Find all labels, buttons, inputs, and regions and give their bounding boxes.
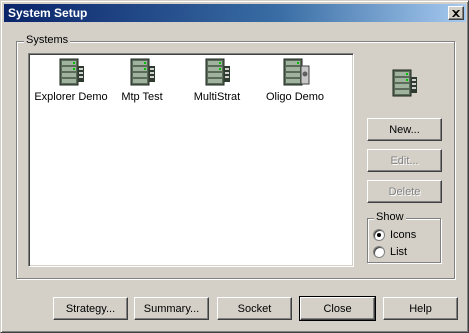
system-item-label: Mtp Test [121, 91, 163, 103]
show-icons-radio[interactable]: Icons [373, 228, 416, 242]
radio-button[interactable] [373, 246, 385, 258]
server-disk-icon [283, 58, 310, 86]
socket-button[interactable]: Socket [217, 297, 292, 320]
summary-button[interactable]: Summary... [134, 297, 209, 320]
system-item-explorer-demo[interactable]: Explorer Demo [30, 56, 112, 112]
system-item-label: Oligo Demo [265, 91, 325, 103]
system-item-multistrat[interactable]: MultiStrat [176, 56, 258, 112]
server-icon [130, 58, 155, 86]
close-window-button[interactable] [448, 6, 464, 20]
strategy-button[interactable]: Strategy... [53, 297, 128, 320]
show-list-radio[interactable]: List [373, 245, 407, 259]
close-button[interactable]: Close [299, 296, 376, 321]
edit-button[interactable]: Edit... [367, 149, 442, 172]
close-icon [452, 9, 460, 17]
server-icon [205, 58, 230, 86]
title-bar[interactable]: System Setup [4, 4, 466, 22]
system-item-oligo-demo[interactable]: Oligo Demo [254, 56, 336, 112]
show-group: Icons List [367, 218, 441, 263]
new-button[interactable]: New... [367, 118, 442, 141]
systems-group-label: Systems [24, 34, 71, 47]
systems-list[interactable]: Explorer Demo Mtp Test MultiStrat Oligo … [28, 53, 354, 267]
show-icons-label: Icons [390, 229, 417, 241]
help-button[interactable]: Help [383, 297, 458, 320]
radio-selected-dot [377, 233, 381, 237]
system-item-label: MultiStrat [193, 91, 241, 103]
radio-button[interactable] [373, 229, 385, 241]
window-title: System Setup [8, 6, 88, 20]
system-setup-dialog: System Setup Systems Explorer Demo Mtp T… [0, 0, 469, 333]
delete-button[interactable]: Delete [367, 180, 442, 203]
server-icon [59, 58, 84, 86]
show-list-label: List [390, 246, 408, 258]
show-group-label: Show [374, 211, 406, 224]
server-icon [392, 69, 417, 97]
system-item-mtp-test[interactable]: Mtp Test [101, 56, 183, 112]
system-item-label: Explorer Demo [34, 91, 108, 103]
